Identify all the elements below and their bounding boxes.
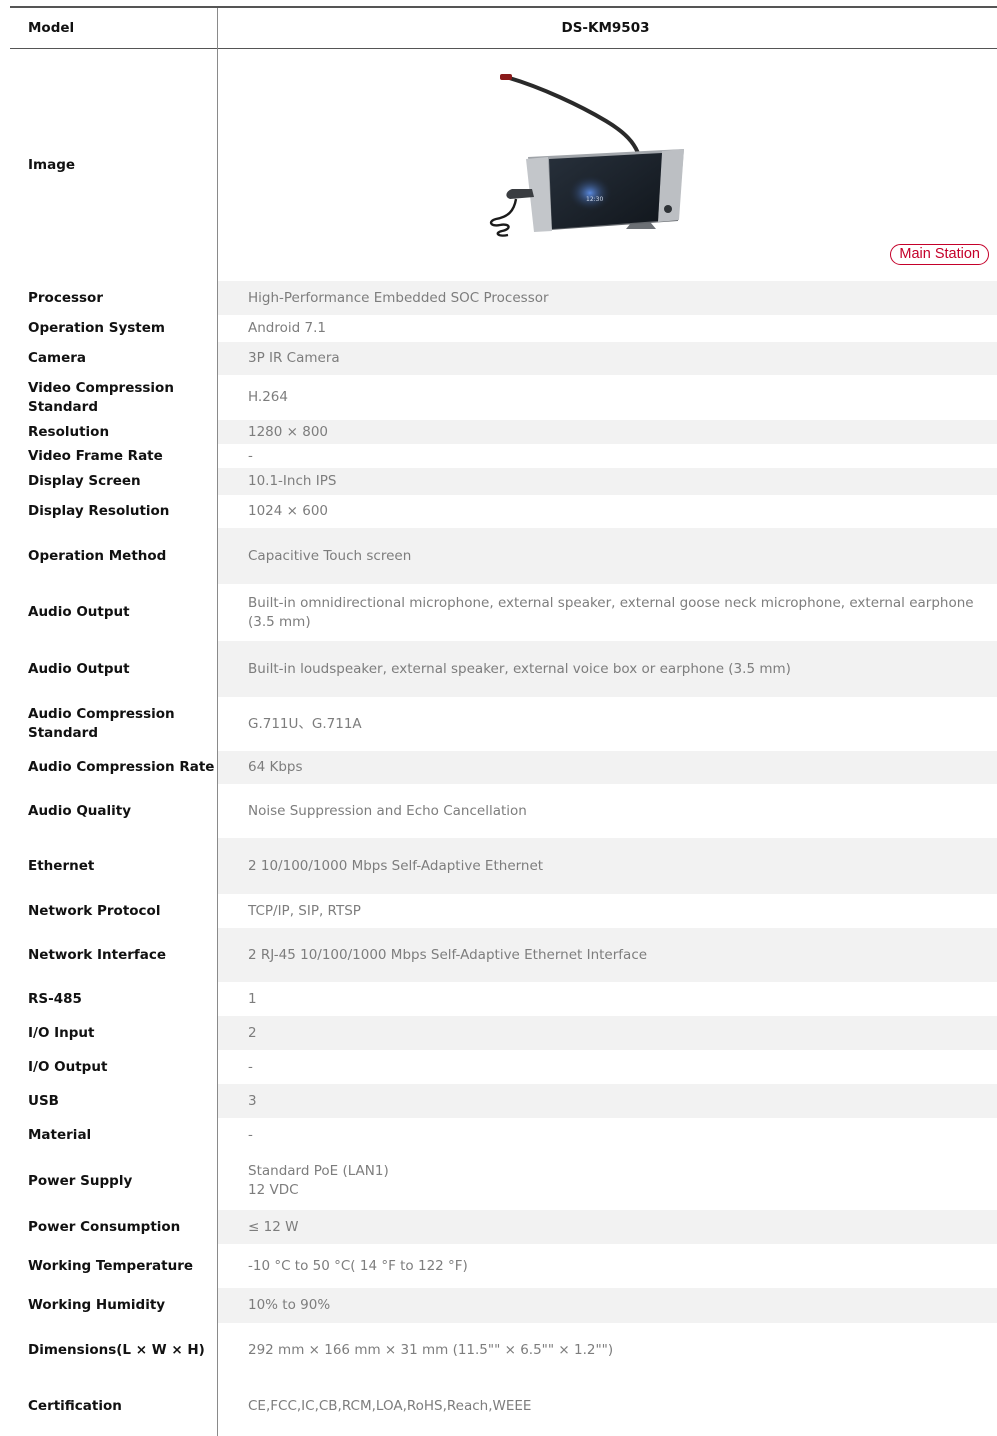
spec-row: Operation System Android 7.1 (10, 315, 997, 342)
spec-row: Audio Compression Standard G.711U、G.711A (10, 697, 997, 751)
spec-value: 1 (248, 990, 257, 1007)
spec-value: CE,FCC,IC,CB,RCM,LOA,RoHS,Reach,WEEE (248, 1398, 532, 1414)
spec-row: Network Interface 2 RJ-45 10/100/1000 Mbp… (10, 928, 997, 982)
spec-row: Working Humidity 10% to 90% (10, 1288, 997, 1323)
spec-label: Video Compression Standard (28, 379, 174, 415)
spec-row: Dimensions(L × W × H) 292 mm × 166 mm × 3… (10, 1323, 997, 1377)
spec-label: Video Frame Rate (28, 447, 163, 464)
spec-value: - (248, 1126, 253, 1143)
spec-label: Material (28, 1126, 92, 1143)
spec-label: Audio Compression Standard (28, 706, 175, 741)
spec-label: Audio Quality (28, 802, 132, 819)
spec-label: Audio Output (28, 604, 130, 620)
spec-value: 2 10/100/1000 Mbps Self-Adaptive Etherne… (218, 838, 997, 894)
spec-row: Display Resolution 1024 × 600 (10, 495, 997, 528)
spec-value: - (248, 1058, 253, 1075)
spec-row: RS-485 1 (10, 982, 997, 1016)
spec-value: 3P IR Camera (218, 342, 997, 375)
spec-value: High-Performance Embedded SOC Processor (218, 281, 997, 315)
spec-label: Network Interface (28, 946, 167, 963)
spec-row: Resolution 1280 × 800 (10, 420, 997, 444)
spec-value: Built-in loudspeaker, external speaker, … (218, 641, 997, 697)
spec-row: Audio Output Built-in omnidirectional mic… (10, 584, 997, 641)
spec-label: Operation Method (28, 547, 167, 564)
spec-value: H.264 (248, 389, 288, 405)
spec-row: Video Compression Standard H.264 (10, 375, 997, 420)
spec-row: I/O Input 2 (10, 1016, 997, 1050)
spec-value: 10.1-Inch IPS (218, 468, 997, 495)
spec-value: 1280 × 800 (218, 420, 997, 444)
spec-label: USB (28, 1092, 59, 1109)
spec-row: Material - (10, 1118, 997, 1152)
spec-label: Power Supply (28, 1172, 133, 1189)
spec-value: 292 mm × 166 mm × 31 mm (11.5"" × 6.5"" … (248, 1341, 614, 1358)
spec-label: Working Humidity (28, 1297, 166, 1313)
spec-row: Video Frame Rate - (10, 444, 997, 468)
spec-label: Processor (28, 289, 103, 306)
spec-label: RS-485 (28, 990, 82, 1007)
spec-value: ≤ 12 W (218, 1210, 997, 1244)
spec-row: Display Screen 10.1-Inch IPS (10, 468, 997, 495)
spec-row: Operation Method Capacitive Touch screen (10, 528, 997, 584)
spec-value: 2 RJ-45 10/100/1000 Mbps Self-Adaptive E… (218, 928, 997, 982)
product-image: 12:30 (489, 74, 684, 237)
spec-value: TCP/IP, SIP, RTSP (248, 902, 361, 919)
spec-value: -10 °C to 50 °C( 14 °F to 122 °F) (248, 1257, 468, 1274)
spec-label: Power Consumption (28, 1218, 181, 1235)
spec-label: Ethernet (28, 857, 95, 874)
spec-value: Standard PoE (LAN1) 12 VDC (248, 1163, 389, 1198)
spec-label: Network Protocol (28, 902, 161, 919)
spec-row: Processor High-Performance Embedded SOC P… (10, 281, 997, 315)
main-station-badge: Main Station (890, 244, 989, 265)
model-value: DS-KM9503 (561, 19, 650, 36)
spec-row: USB 3 (10, 1084, 997, 1118)
spec-row: Certification CE,FCC,IC,CB,RCM,LOA,RoHS,R… (10, 1377, 997, 1436)
spec-value: Android 7.1 (248, 320, 326, 336)
spec-value: 2 (218, 1016, 997, 1050)
spec-label: Certification (28, 1398, 122, 1414)
spec-row: Audio Output Built-in loudspeaker, extern… (10, 641, 997, 697)
spec-value: 10% to 90% (218, 1288, 997, 1323)
image-label: Image (28, 156, 76, 173)
spec-label: Operation System (28, 320, 165, 336)
spec-row: Working Temperature -10 °C to 50 °C( 14 °… (10, 1244, 997, 1288)
spec-label: Working Temperature (28, 1257, 194, 1274)
spec-label: I/O Input (28, 1024, 95, 1041)
spec-value: 64 Kbps (218, 751, 997, 784)
product-image-cell: 12:30 Main Station (218, 49, 997, 281)
model-label: Model (28, 19, 75, 36)
spec-label: Display Resolution (28, 503, 170, 519)
model-row: Model DS-KM9503 (10, 8, 997, 48)
screen-clock: 12:30 (586, 196, 603, 203)
spec-label: Audio Compression Rate (28, 759, 215, 775)
spec-row: Camera 3P IR Camera (10, 342, 997, 375)
spec-label: Display Screen (28, 473, 141, 489)
spec-label: Camera (28, 350, 87, 366)
spec-row: Audio Quality Noise Suppression and Echo … (10, 784, 997, 838)
spec-row: Network Protocol TCP/IP, SIP, RTSP (10, 894, 997, 928)
spec-label: Resolution (28, 423, 110, 440)
spec-value: Noise Suppression and Echo Cancellation (248, 802, 527, 819)
spec-value: - (248, 447, 253, 464)
spec-value: 1024 × 600 (248, 503, 329, 519)
spec-value: Built-in omnidirectional microphone, ext… (248, 594, 974, 630)
column-divider (217, 8, 218, 1436)
spec-value: 3 (218, 1084, 997, 1118)
spec-row: Ethernet 2 10/100/1000 Mbps Self-Adaptive… (10, 838, 997, 894)
spec-label: Audio Output (28, 660, 130, 677)
spec-label: I/O Output (28, 1058, 108, 1075)
spec-row: Audio Compression Rate 64 Kbps (10, 751, 997, 784)
spec-row: Power Consumption ≤ 12 W (10, 1210, 997, 1244)
spec-row: I/O Output - (10, 1050, 997, 1084)
spec-value: G.711U、G.711A (248, 715, 362, 732)
spec-value: Capacitive Touch screen (218, 528, 997, 584)
spec-row: Power Supply Standard PoE (LAN1) 12 VDC (10, 1152, 997, 1210)
spec-label: Dimensions(L × W × H) (28, 1341, 205, 1358)
